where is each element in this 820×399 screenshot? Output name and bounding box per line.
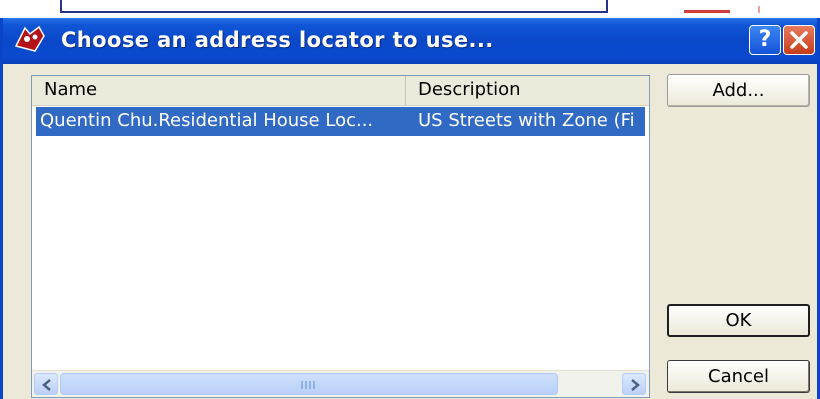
scroll-right-button[interactable]: [622, 373, 646, 395]
scroll-left-button[interactable]: [34, 373, 58, 395]
locator-name-cell: Quentin Chu.Residential House Loc...: [40, 110, 374, 131]
locator-description-cell: US Streets with Zone (Fi: [418, 110, 635, 131]
arrow-right-icon: [631, 379, 640, 391]
horizontal-scrollbar[interactable]: [32, 370, 649, 397]
scroll-thumb[interactable]: [60, 373, 558, 395]
close-button[interactable]: [783, 25, 815, 55]
address-locator-icon: [13, 24, 47, 54]
list-header: Name Description: [32, 76, 649, 106]
dialog-title: Choose an address locator to use...: [61, 28, 494, 52]
locator-list[interactable]: Name Description Quentin Chu.Residential…: [31, 75, 650, 398]
arrow-left-icon: [42, 379, 51, 391]
column-header-description[interactable]: Description: [406, 76, 649, 105]
ok-button[interactable]: OK: [667, 304, 810, 337]
address-locator-dialog: Choose an address locator to use... ? Na…: [0, 18, 820, 399]
column-header-name[interactable]: Name: [32, 76, 406, 105]
background-window-frame: [60, 0, 608, 13]
background-decoration: [684, 10, 730, 13]
list-item[interactable]: Quentin Chu.Residential House Loc... US …: [36, 107, 645, 136]
cancel-button[interactable]: Cancel: [667, 360, 810, 393]
title-bar[interactable]: Choose an address locator to use... ?: [3, 18, 817, 64]
add-button[interactable]: Add...: [667, 74, 810, 107]
close-icon: [790, 31, 808, 49]
scroll-grip-icon: [301, 381, 315, 389]
help-button[interactable]: ?: [749, 25, 781, 55]
background-decoration: [758, 6, 760, 13]
